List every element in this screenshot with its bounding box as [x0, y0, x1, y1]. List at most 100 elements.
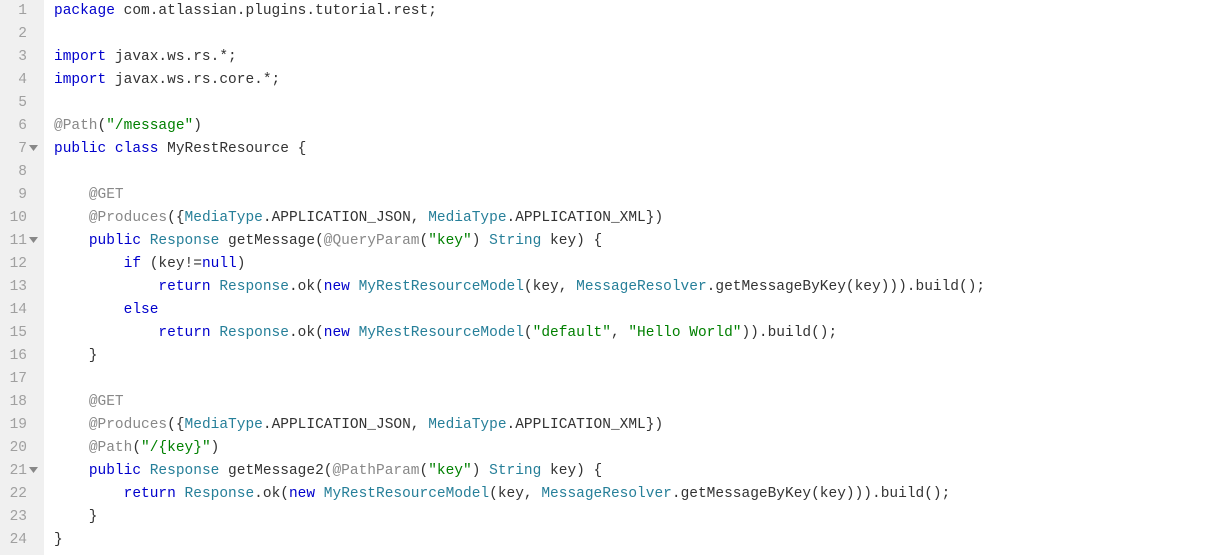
fold-toggle-icon — [29, 421, 38, 430]
line-number: 12 — [0, 253, 29, 276]
token-kw: else — [124, 302, 159, 318]
gutter-line: 14 — [0, 299, 40, 322]
token-id: MyRestResource — [167, 141, 289, 157]
code-line[interactable] — [54, 368, 1205, 391]
token-type: MessageResolver — [541, 486, 672, 502]
token-type: Response — [150, 233, 220, 249]
token-type: MediaType — [428, 417, 506, 433]
code-line[interactable]: @Path("/message") — [54, 115, 1205, 138]
fold-toggle-icon[interactable] — [29, 145, 38, 154]
code-line[interactable]: import javax.ws.rs.core.*; — [54, 69, 1205, 92]
token-plain — [350, 279, 359, 295]
code-line[interactable]: @Produces({MediaType.APPLICATION_JSON, M… — [54, 207, 1205, 230]
fold-toggle-icon — [29, 329, 38, 338]
gutter-line: 18 — [0, 391, 40, 414]
token-plain: .getMessageByKey(key))).build(); — [707, 279, 985, 295]
token-plain: .ok( — [289, 325, 324, 341]
token-plain: ( — [132, 440, 141, 456]
token-plain — [54, 187, 89, 203]
token-kw: public — [54, 141, 106, 157]
line-number: 20 — [0, 437, 29, 460]
line-number: 21 — [0, 460, 29, 483]
fold-toggle-icon — [29, 99, 38, 108]
token-plain: ( — [524, 325, 533, 341]
fold-toggle-icon — [29, 53, 38, 62]
code-line[interactable] — [54, 23, 1205, 46]
gutter-line: 21 — [0, 460, 40, 483]
gutter-line: 22 — [0, 483, 40, 506]
token-plain — [176, 486, 185, 502]
token-kw: if — [124, 256, 141, 272]
token-type: MyRestResourceModel — [359, 325, 524, 341]
token-plain: key) { — [541, 233, 602, 249]
code-line[interactable] — [54, 92, 1205, 115]
token-str: "key" — [428, 463, 472, 479]
fold-toggle-icon[interactable] — [29, 467, 38, 476]
code-line[interactable]: public class MyRestResource { — [54, 138, 1205, 161]
token-ann: @GET — [89, 187, 124, 203]
token-plain: } — [54, 509, 98, 525]
token-kw: class — [115, 141, 159, 157]
token-plain: .APPLICATION_XML}) — [507, 210, 664, 226]
code-area[interactable]: package com.atlassian.plugins.tutorial.r… — [44, 0, 1205, 555]
gutter-line: 13 — [0, 276, 40, 299]
code-line[interactable]: @Produces({MediaType.APPLICATION_JSON, M… — [54, 414, 1205, 437]
token-kw: import — [54, 72, 106, 88]
token-str: "/{key}" — [141, 440, 211, 456]
token-type: Response — [219, 325, 289, 341]
code-line[interactable]: } — [54, 506, 1205, 529]
code-line[interactable]: } — [54, 345, 1205, 368]
gutter-line: 7 — [0, 138, 40, 161]
token-type: MediaType — [185, 210, 263, 226]
token-plain: (key, — [524, 279, 576, 295]
fold-toggle-icon[interactable] — [29, 237, 38, 246]
token-plain: ) — [193, 118, 202, 134]
fold-toggle-icon — [29, 375, 38, 384]
fold-toggle-icon — [29, 306, 38, 315]
code-line[interactable]: if (key!=null) — [54, 253, 1205, 276]
token-plain: getMessage2( — [219, 463, 332, 479]
gutter-line: 10 — [0, 207, 40, 230]
fold-toggle-icon — [29, 260, 38, 269]
code-line[interactable]: return Response.ok(new MyRestResourceMod… — [54, 322, 1205, 345]
token-plain — [54, 463, 89, 479]
token-plain: } — [54, 348, 98, 364]
token-kw: package — [54, 3, 115, 19]
token-str: "/message" — [106, 118, 193, 134]
token-plain: ( — [420, 233, 429, 249]
token-plain — [350, 325, 359, 341]
gutter-line: 17 — [0, 368, 40, 391]
token-type: MediaType — [428, 210, 506, 226]
token-plain: key) { — [541, 463, 602, 479]
token-plain — [54, 256, 124, 272]
code-line[interactable]: } — [54, 529, 1205, 552]
token-plain: ({ — [167, 417, 184, 433]
code-line[interactable] — [54, 161, 1205, 184]
gutter-line: 5 — [0, 92, 40, 115]
token-type: String — [489, 233, 541, 249]
code-line[interactable]: public Response getMessage(@QueryParam("… — [54, 230, 1205, 253]
line-number: 5 — [0, 92, 29, 115]
code-line[interactable]: import javax.ws.rs.*; — [54, 46, 1205, 69]
token-plain: .ok( — [254, 486, 289, 502]
code-line[interactable]: public Response getMessage2(@PathParam("… — [54, 460, 1205, 483]
token-plain: ({ — [167, 210, 184, 226]
code-line[interactable]: package com.atlassian.plugins.tutorial.r… — [54, 0, 1205, 23]
token-plain — [54, 440, 89, 456]
token-plain — [141, 233, 150, 249]
token-plain — [158, 141, 167, 157]
code-line[interactable]: @GET — [54, 391, 1205, 414]
line-number: 6 — [0, 115, 29, 138]
token-plain: (key!= — [141, 256, 202, 272]
code-line[interactable]: @GET — [54, 184, 1205, 207]
gutter-line: 19 — [0, 414, 40, 437]
code-line[interactable]: @Path("/{key}") — [54, 437, 1205, 460]
code-line[interactable]: return Response.ok(new MyRestResourceMod… — [54, 276, 1205, 299]
token-plain — [54, 486, 124, 502]
token-plain — [54, 325, 158, 341]
token-type: MyRestResourceModel — [359, 279, 524, 295]
token-kw: public — [89, 233, 141, 249]
code-line[interactable]: return Response.ok(new MyRestResourceMod… — [54, 483, 1205, 506]
code-line[interactable]: else — [54, 299, 1205, 322]
token-kw: public — [89, 463, 141, 479]
